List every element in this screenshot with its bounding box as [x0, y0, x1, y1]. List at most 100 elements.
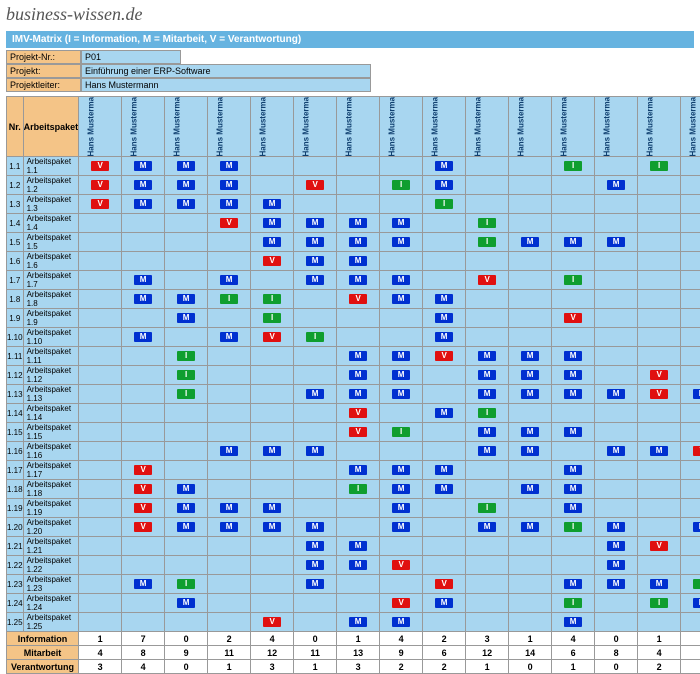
row-nr: 1.18: [7, 480, 24, 499]
cell-I: I: [466, 214, 509, 233]
totals-value: 7: [122, 632, 165, 646]
cell-empty: [552, 537, 595, 556]
cell-empty: [638, 176, 681, 195]
row-arbeitspaket: Arbeitspaket 1.1: [23, 157, 79, 176]
cell-empty: [122, 613, 165, 632]
cell-M: M: [595, 385, 638, 404]
cell-M: M: [208, 195, 251, 214]
cell-M: M: [208, 518, 251, 537]
row-arbeitspaket: Arbeitspaket 1.21: [23, 537, 79, 556]
cell-M: M: [294, 271, 337, 290]
cell-empty: [595, 214, 638, 233]
cell-empty: [294, 423, 337, 442]
cell-empty: [380, 575, 423, 594]
cell-empty: [509, 404, 552, 423]
cell-empty: [79, 290, 122, 309]
cell-empty: [681, 556, 700, 575]
cell-I: I: [208, 290, 251, 309]
cell-empty: [79, 594, 122, 613]
cell-empty: [208, 423, 251, 442]
cell-empty: [638, 499, 681, 518]
cell-empty: [423, 518, 466, 537]
cell-empty: [79, 309, 122, 328]
cell-empty: [466, 290, 509, 309]
cell-M: M: [380, 214, 423, 233]
cell-M: M: [337, 271, 380, 290]
cell-empty: [595, 613, 638, 632]
cell-I: I: [466, 233, 509, 252]
cell-empty: [681, 347, 700, 366]
row-nr: 1.20: [7, 518, 24, 537]
row-nr: 1.12: [7, 366, 24, 385]
cell-M: M: [294, 385, 337, 404]
row-arbeitspaket: Arbeitspaket 1.8: [23, 290, 79, 309]
cell-empty: [165, 556, 208, 575]
cell-M: M: [681, 385, 700, 404]
row-arbeitspaket: Arbeitspaket 1.25: [23, 613, 79, 632]
cell-empty: [638, 328, 681, 347]
cell-empty: [552, 195, 595, 214]
person-header: Hans Mustermann: [294, 97, 337, 157]
cell-empty: [466, 157, 509, 176]
person-header: Hans Mustermann: [337, 97, 380, 157]
cell-empty: [294, 195, 337, 214]
cell-empty: [595, 252, 638, 271]
cell-empty: [552, 214, 595, 233]
cell-empty: [681, 233, 700, 252]
cell-empty: [208, 385, 251, 404]
cell-M: M: [509, 233, 552, 252]
cell-empty: [681, 309, 700, 328]
table-row: 1.5Arbeitspaket 1.5MMMMIMMM170: [7, 233, 700, 252]
cell-M: M: [552, 499, 595, 518]
cell-empty: [638, 252, 681, 271]
imv-matrix-table: Nr.ArbeitspaketHans MustermannHans Muste…: [6, 96, 700, 674]
row-nr: 1.5: [7, 233, 24, 252]
cell-V: V: [638, 385, 681, 404]
cell-empty: [208, 537, 251, 556]
page-title: IMV-Matrix (I = Information, M = Mitarbe…: [6, 31, 694, 48]
cell-empty: [165, 271, 208, 290]
cell-empty: [165, 252, 208, 271]
project-info: Projekt-Nr.: P01 Projekt: Einführung ein…: [6, 50, 694, 92]
cell-empty: [337, 309, 380, 328]
row-nr: 1.2: [7, 176, 24, 195]
cell-empty: [251, 176, 294, 195]
cell-M: M: [380, 233, 423, 252]
cell-I: I: [165, 575, 208, 594]
cell-empty: [79, 347, 122, 366]
cell-M: M: [165, 594, 208, 613]
table-row: 1.8Arbeitspaket 1.8MMIIVMM241: [7, 290, 700, 309]
cell-M: M: [380, 518, 423, 537]
row-nr: 1.9: [7, 309, 24, 328]
row-arbeitspaket: Arbeitspaket 1.7: [23, 271, 79, 290]
cell-empty: [509, 252, 552, 271]
cell-empty: [294, 309, 337, 328]
cell-M: M: [294, 252, 337, 271]
cell-empty: [466, 480, 509, 499]
cell-empty: [681, 461, 700, 480]
cell-M: M: [466, 366, 509, 385]
cell-empty: [122, 385, 165, 404]
cell-M: M: [208, 176, 251, 195]
row-arbeitspaket: Arbeitspaket 1.6: [23, 252, 79, 271]
cell-M: M: [595, 176, 638, 195]
cell-empty: [638, 518, 681, 537]
table-row: 1.3Arbeitspaket 1.3VMMMMI131: [7, 195, 700, 214]
cell-I: I: [552, 271, 595, 290]
cell-M: M: [380, 613, 423, 632]
table-row: 1.20Arbeitspaket 1.20VMMMMMMMIMM1101: [7, 518, 700, 537]
cell-V: V: [122, 480, 165, 499]
cell-empty: [380, 157, 423, 176]
cell-M: M: [466, 518, 509, 537]
cell-empty: [423, 252, 466, 271]
cell-M: M: [595, 537, 638, 556]
table-row: 1.24Arbeitspaket 1.24MVMIIM231: [7, 594, 700, 613]
cell-empty: [337, 518, 380, 537]
cell-empty: [251, 404, 294, 423]
cell-empty: [638, 613, 681, 632]
cell-empty: [552, 404, 595, 423]
cell-M: M: [251, 195, 294, 214]
cell-M: M: [552, 423, 595, 442]
header-nr: Nr.: [7, 97, 24, 157]
leader-value: Hans Mustermann: [81, 78, 371, 92]
